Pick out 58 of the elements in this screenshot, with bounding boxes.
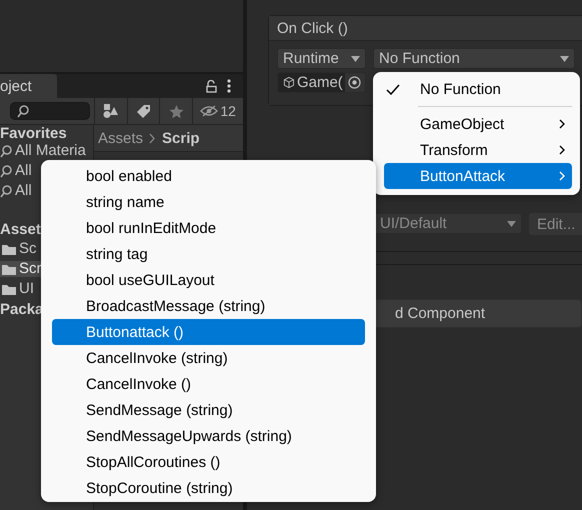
chevron-right-icon [558,118,566,130]
checkmark-icon [386,84,400,94]
menu-item[interactable]: bool enabled [52,163,365,189]
breadcrumb-link[interactable]: Scrip [162,130,200,146]
menu-item[interactable]: GameObject [384,111,572,137]
search-icon [0,144,12,158]
menu-item[interactable]: Buttonattack () [52,319,365,345]
menu-item[interactable]: StopAllCoroutines () [52,449,365,475]
search-icon [17,104,29,118]
folder-icon [2,264,16,274]
search-icon [0,184,12,198]
menu-item[interactable]: Transform [384,137,572,163]
menu-item[interactable]: string name [52,189,365,215]
folder-item[interactable]: Sc [0,241,39,257]
folder-icon [2,284,16,294]
menu-item[interactable]: No Function [384,76,572,102]
menu-item[interactable]: ButtonAttack [384,163,572,189]
function-dropdown[interactable]: No Function [373,48,575,69]
folder-item[interactable]: UI [0,281,36,297]
tag-icon[interactable] [136,104,151,118]
favorites-item[interactable]: All [0,163,34,179]
menu-item[interactable]: bool runInEditMode [52,215,365,241]
menu-item[interactable]: SendMessage (string) [52,397,365,423]
edit-button[interactable]: Edit... [529,213,582,235]
project-tab[interactable]: oject [0,74,57,98]
chevron-right-icon [558,144,566,156]
target-icon[interactable] [348,76,362,89]
count-label: 12 [220,103,236,119]
search-icon [0,164,12,178]
event-title: On Click () [277,20,348,36]
caret-icon [351,56,360,62]
shader-dropdown[interactable]: UI/Default [374,213,522,234]
star-icon[interactable] [168,104,184,118]
menu-item[interactable]: CancelInvoke (string) [52,345,365,371]
shapes-icon[interactable] [102,103,119,119]
caret-icon [507,220,516,226]
breadcrumb-link[interactable]: Assets [98,130,144,146]
chevron-right-icon [149,132,156,144]
runtime-dropdown[interactable]: Runtime [277,48,366,69]
folder-icon [2,244,16,254]
caret-icon [560,56,569,62]
favorites-item[interactable]: All [0,183,34,199]
favorites-item[interactable]: All Materia [0,143,88,159]
more-options-icon[interactable] [227,79,231,93]
folder-item[interactable]: Scr [0,261,44,277]
lock-icon[interactable] [206,80,217,92]
chevron-right-icon [558,170,566,182]
menu-item[interactable]: SendMessageUpwards (string) [52,423,365,449]
search-field[interactable] [10,102,90,120]
object-field[interactable]: Game( [277,72,366,93]
section-heading: Asset [0,221,41,239]
menu-item[interactable]: string tag [52,241,365,267]
cube-icon [283,76,295,89]
menu-item[interactable]: StopCoroutine (string) [52,475,365,501]
section-heading: Favorites [0,125,67,143]
menu-item[interactable]: bool useGUILayout [52,267,365,293]
eye-slash-icon [200,105,218,117]
menu-item[interactable]: CancelInvoke () [52,371,365,397]
